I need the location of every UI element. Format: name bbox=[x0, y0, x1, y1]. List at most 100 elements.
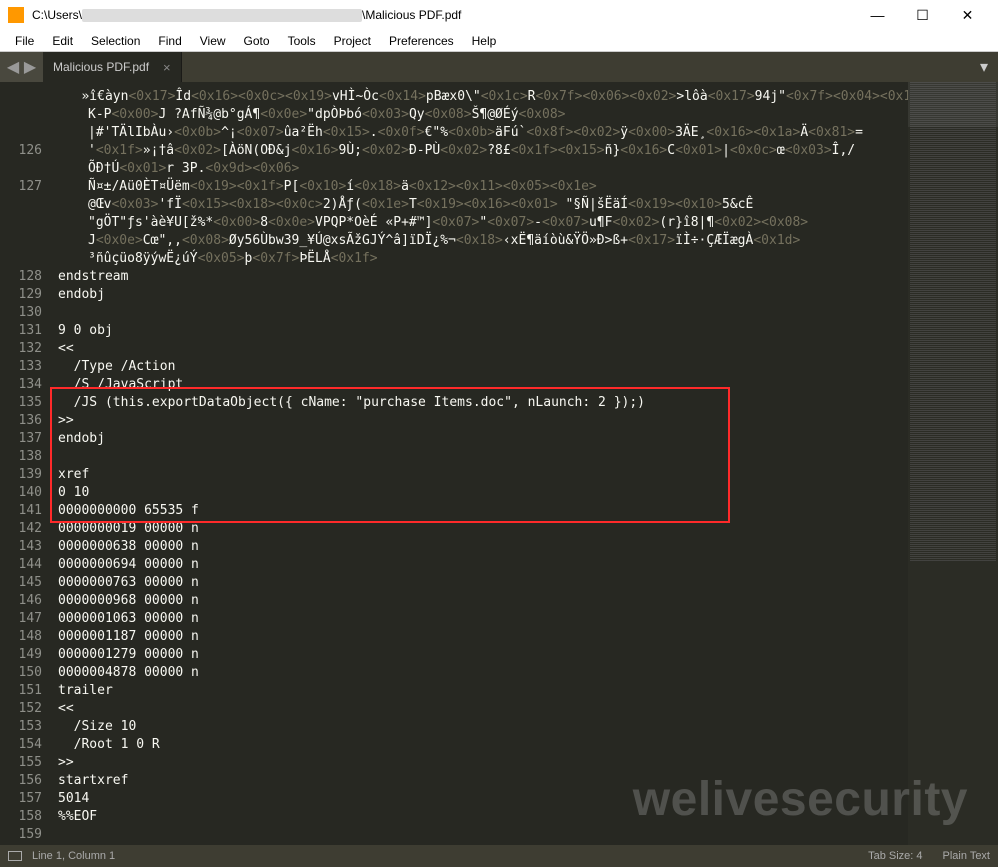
code-line: 0000001063 00000 n bbox=[58, 610, 908, 628]
code-line: ³ñûçüo8ÿýwË¿úÝ<0x05>þ<0x7f>ÞËLÅ<0x1f> bbox=[58, 250, 908, 268]
title-prefix: C:\Users\ bbox=[32, 8, 82, 22]
line-number bbox=[0, 232, 42, 250]
code-line: 9 0 obj bbox=[58, 322, 908, 340]
line-number: 147 bbox=[0, 610, 42, 628]
code-line: startxref bbox=[58, 772, 908, 790]
tab-label: Malicious PDF.pdf bbox=[53, 60, 149, 74]
minimap-content bbox=[910, 82, 996, 562]
code-line: 0000000763 00000 n bbox=[58, 574, 908, 592]
menu-project[interactable]: Project bbox=[325, 34, 380, 48]
line-number-blank bbox=[0, 124, 42, 142]
code-area[interactable]: »î€àyn<0x17>Îd<0x16><0x0c><0x19>vHÌ~Òc<0… bbox=[50, 82, 908, 845]
code-line: 0000004878 00000 n bbox=[58, 664, 908, 682]
code-line: 0000001279 00000 n bbox=[58, 646, 908, 664]
code-line: '<0x1f>»¡†â<0x02>[ÀöN(OÐ&j<0x16>9Ù;<0x02… bbox=[58, 142, 908, 160]
code-line: @Œv<0x03>'fÏ<0x15><0x18><0x0c>2)Åƒ(<0x1e… bbox=[58, 196, 908, 214]
code-line: trailer bbox=[58, 682, 908, 700]
status-tabsize[interactable]: Tab Size: 4 bbox=[868, 850, 922, 862]
status-position[interactable]: Line 1, Column 1 bbox=[32, 850, 115, 862]
minimize-button[interactable]: — bbox=[855, 0, 900, 30]
line-number: 140 bbox=[0, 484, 42, 502]
code-line: |#'TÄlIbÀu›<0x0b>^¡<0x07>ûa²Ëh<0x15>.<0x… bbox=[58, 124, 908, 142]
code-line: << bbox=[58, 340, 908, 358]
line-number bbox=[0, 160, 42, 178]
tab-nav: ◀ ▶ bbox=[0, 52, 43, 82]
code-line: 0000000638 00000 n bbox=[58, 538, 908, 556]
line-number: 153 bbox=[0, 718, 42, 736]
line-number-blank bbox=[0, 106, 42, 124]
menu-edit[interactable]: Edit bbox=[43, 34, 82, 48]
window-buttons: — ☐ ✕ bbox=[855, 0, 990, 30]
code-line: 0000000968 00000 n bbox=[58, 592, 908, 610]
nav-forward-icon[interactable]: ▶ bbox=[23, 60, 37, 74]
code-line: %%EOF bbox=[58, 808, 908, 826]
line-number: 131 bbox=[0, 322, 42, 340]
code-line: >> bbox=[58, 754, 908, 772]
line-number: 156 bbox=[0, 772, 42, 790]
tab-active[interactable]: Malicious PDF.pdf × bbox=[43, 52, 182, 82]
line-number: 145 bbox=[0, 574, 42, 592]
status-panel-icon[interactable] bbox=[8, 851, 22, 861]
minimap[interactable] bbox=[908, 82, 998, 845]
menu-file[interactable]: File bbox=[6, 34, 43, 48]
line-number: 137 bbox=[0, 430, 42, 448]
code-line: 0000001187 00000 n bbox=[58, 628, 908, 646]
line-number: 159 bbox=[0, 826, 42, 844]
menu-view[interactable]: View bbox=[191, 34, 235, 48]
line-number: 152 bbox=[0, 700, 42, 718]
code-line: endobj bbox=[58, 430, 908, 448]
menu-selection[interactable]: Selection bbox=[82, 34, 149, 48]
menubar: File Edit Selection Find View Goto Tools… bbox=[0, 30, 998, 52]
menu-help[interactable]: Help bbox=[463, 34, 506, 48]
line-number bbox=[0, 214, 42, 232]
nav-back-icon[interactable]: ◀ bbox=[6, 60, 20, 74]
code-line: K-P<0x00>J ?AfÑ¾@b°gÁ¶<0x0e>"dpÒÞbó<0x03… bbox=[58, 106, 908, 124]
line-number: 158 bbox=[0, 808, 42, 826]
code-line: << bbox=[58, 700, 908, 718]
menu-tools[interactable]: Tools bbox=[279, 34, 325, 48]
line-number: 132 bbox=[0, 340, 42, 358]
line-number: 142 bbox=[0, 520, 42, 538]
line-number: 157 bbox=[0, 790, 42, 808]
line-number: 150 bbox=[0, 664, 42, 682]
code-line: /Size 10 bbox=[58, 718, 908, 736]
close-button[interactable]: ✕ bbox=[945, 0, 990, 30]
menu-goto[interactable]: Goto bbox=[235, 34, 279, 48]
line-number: 154 bbox=[0, 736, 42, 754]
path-obscured bbox=[82, 9, 362, 22]
line-number: 135 bbox=[0, 394, 42, 412]
menu-find[interactable]: Find bbox=[149, 34, 190, 48]
tabstrip-spacer bbox=[182, 52, 970, 82]
line-number: 129 bbox=[0, 286, 42, 304]
line-number: 149 bbox=[0, 646, 42, 664]
line-number: 146 bbox=[0, 592, 42, 610]
code-line: 0000000000 65535 f bbox=[58, 502, 908, 520]
line-number: 130 bbox=[0, 304, 42, 322]
code-line: /Root 1 0 R bbox=[58, 736, 908, 754]
tab-close-icon[interactable]: × bbox=[163, 60, 171, 75]
title-suffix: \Malicious PDF.pdf bbox=[362, 8, 461, 22]
line-number: 139 bbox=[0, 466, 42, 484]
statusbar: Line 1, Column 1 Tab Size: 4 Plain Text bbox=[0, 845, 998, 867]
status-syntax[interactable]: Plain Text bbox=[943, 850, 991, 862]
code-line: 0000000019 00000 n bbox=[58, 520, 908, 538]
gutter: 1261271281291301311321331341351361371381… bbox=[0, 82, 50, 845]
code-line: J<0x0e>Cœ",,<0x08>Øy56Ùbw39_¥Ú@xsÃžGJÝ^â… bbox=[58, 232, 908, 250]
line-number: 134 bbox=[0, 376, 42, 394]
line-number: 144 bbox=[0, 556, 42, 574]
maximize-button[interactable]: ☐ bbox=[900, 0, 945, 30]
code-line: /Type /Action bbox=[58, 358, 908, 376]
tab-dropdown-icon[interactable]: ▾ bbox=[970, 52, 998, 82]
line-number: 133 bbox=[0, 358, 42, 376]
code-line bbox=[58, 826, 908, 844]
tabstrip: ◀ ▶ Malicious PDF.pdf × ▾ bbox=[0, 52, 998, 82]
minimap-viewport[interactable] bbox=[908, 82, 998, 127]
code-line: ÕÐ†Ú<0x01>r 3P.<0x9d><0x06> bbox=[58, 160, 908, 178]
code-line: endobj bbox=[58, 286, 908, 304]
line-number: 148 bbox=[0, 628, 42, 646]
line-number-blank bbox=[0, 88, 42, 106]
menu-preferences[interactable]: Preferences bbox=[380, 34, 463, 48]
code-line: 5014 bbox=[58, 790, 908, 808]
line-number: 141 bbox=[0, 502, 42, 520]
code-line: »î€àyn<0x17>Îd<0x16><0x0c><0x19>vHÌ~Òc<0… bbox=[58, 88, 908, 106]
